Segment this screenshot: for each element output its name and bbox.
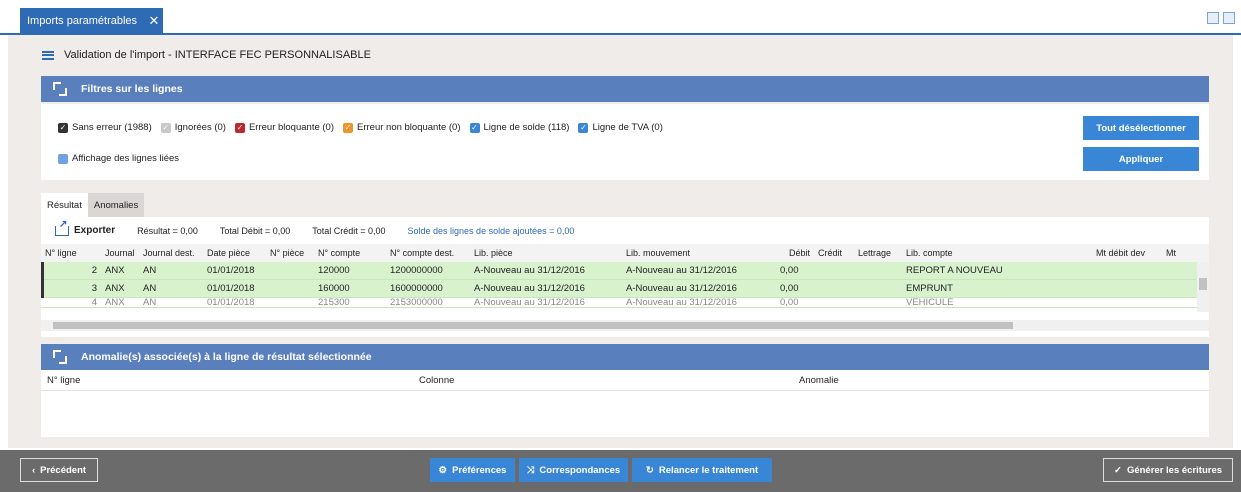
- mappings-button[interactable]: ⤨ Correspondances: [519, 458, 628, 482]
- column-header[interactable]: Lib. mouvement: [622, 248, 776, 258]
- checkbox-checked-icon[interactable]: ✓: [343, 122, 353, 133]
- column-header[interactable]: Journal: [101, 248, 139, 258]
- linked-lines-row: Affichage des lignes liées: [58, 153, 182, 164]
- tab-anomalies[interactable]: Anomalies: [87, 193, 145, 217]
- filter-sans-erreur[interactable]: ✓ Sans erreur (1988): [58, 122, 152, 133]
- table-row[interactable]: 4 ANX AN 01/01/2018 215300 2153000000 A-…: [41, 298, 1209, 308]
- result-grid: N° ligne Journal Journal dest. Date pièc…: [41, 244, 1209, 308]
- generate-entries-button[interactable]: ✓ Générer les écritures: [1103, 458, 1233, 482]
- menu-icon[interactable]: [42, 50, 54, 60]
- anomalies-grid-body: [41, 390, 1209, 437]
- page-header: Validation de l'import - INTERFACE FEC P…: [42, 49, 371, 61]
- filter-lignes-liees[interactable]: Affichage des lignes liées: [58, 153, 179, 164]
- column-header[interactable]: Mt: [1162, 248, 1192, 258]
- column-header[interactable]: Crédit: [814, 248, 854, 258]
- result-toolbar: Exporter Résultat = 0,00 Total Débit = 0…: [55, 219, 575, 236]
- column-header[interactable]: Date pièce: [203, 248, 266, 258]
- scrollbar-thumb[interactable]: [1199, 278, 1207, 290]
- checkbox-unchecked-icon[interactable]: [58, 153, 68, 164]
- check-icon: ✓: [1113, 464, 1122, 476]
- column-header[interactable]: Journal dest.: [139, 248, 203, 258]
- close-icon[interactable]: ✕: [145, 13, 163, 29]
- rerun-button[interactable]: ↻ Relancer le traitement: [632, 458, 772, 482]
- previous-button[interactable]: ‹ Précédent: [20, 458, 98, 482]
- column-header[interactable]: Lib. compte: [902, 248, 1092, 258]
- total-credit: Total Crédit = 0,00: [312, 225, 386, 236]
- column-header[interactable]: Anomalie: [795, 375, 1095, 386]
- filter-checkboxes: ✓ Sans erreur (1988) ✓ Ignorées (0) ✓ Er…: [58, 122, 666, 133]
- vertical-scrollbar[interactable]: [1197, 262, 1209, 312]
- filters-header[interactable]: Filtres sur les lignes: [41, 76, 1209, 102]
- filters-panel: ✓ Sans erreur (1988) ✓ Ignorées (0) ✓ Er…: [41, 104, 1209, 180]
- scrollbar-thumb[interactable]: [53, 322, 1013, 329]
- gear-icon: ⚙: [438, 464, 448, 476]
- table-row[interactable]: 3 ANX AN 01/01/2018 160000 1600000000 A-…: [41, 279, 1209, 298]
- expand-icon[interactable]: [53, 350, 67, 364]
- table-row[interactable]: 2 ANX AN 01/01/2018 120000 1200000000 A-…: [41, 261, 1209, 280]
- column-header[interactable]: Lettrage: [854, 248, 902, 258]
- chevron-left-icon: ‹: [31, 464, 36, 476]
- column-header[interactable]: N° compte: [314, 248, 386, 258]
- export-icon: [55, 219, 69, 236]
- column-header[interactable]: Débit: [776, 248, 814, 258]
- export-button[interactable]: Exporter: [55, 219, 115, 236]
- tab-imports-parametrables[interactable]: Imports paramétrables ✕: [20, 8, 163, 34]
- main-panel: Validation de l'import - INTERFACE FEC P…: [8, 35, 1233, 448]
- horizontal-scrollbar[interactable]: [41, 320, 1209, 331]
- minimize-icon[interactable]: [1207, 12, 1219, 24]
- total-debit: Total Débit = 0,00: [219, 225, 291, 236]
- tab-label: Imports paramétrables: [27, 15, 138, 27]
- result-panel: Exporter Résultat = 0,00 Total Débit = 0…: [41, 217, 1209, 337]
- filter-ignorees[interactable]: ✓ Ignorées (0): [160, 122, 226, 133]
- column-header[interactable]: Colonne: [415, 375, 795, 386]
- preferences-button[interactable]: ⚙ Préférences: [430, 458, 515, 482]
- column-header[interactable]: N° pièce: [266, 248, 314, 258]
- maximize-icon[interactable]: [1223, 12, 1235, 24]
- refresh-icon: ↻: [645, 464, 654, 476]
- shuffle-icon: ⤨: [526, 464, 535, 476]
- result-tabs: Résultat Anomalies: [41, 193, 145, 217]
- filter-ligne-solde[interactable]: ✓ Ligne de solde (118): [469, 122, 569, 133]
- solde-lines-total[interactable]: Solde des lignes de solde ajoutées = 0,0…: [408, 226, 575, 236]
- anomalies-grid-header: N° ligne Colonne Anomalie: [41, 370, 1209, 390]
- checkbox-checked-icon[interactable]: ✓: [58, 122, 68, 133]
- column-header[interactable]: N° ligne: [41, 375, 415, 386]
- apply-button[interactable]: Appliquer: [1083, 147, 1199, 171]
- tab-resultat[interactable]: Résultat: [41, 193, 88, 217]
- checkbox-checked-icon[interactable]: ✓: [578, 122, 589, 133]
- checkbox-checked-icon[interactable]: ✓: [160, 122, 171, 133]
- anomalies-header[interactable]: Anomalie(s) associée(s) à la ligne de ré…: [41, 344, 1209, 370]
- checkbox-checked-icon[interactable]: ✓: [469, 122, 480, 133]
- column-header[interactable]: N° ligne: [41, 248, 101, 258]
- column-header[interactable]: Lib. pièce: [470, 248, 622, 258]
- footer-bar: ‹ Précédent ⚙ Préférences ⤨ Correspondan…: [0, 450, 1241, 492]
- tab-bar: Imports paramétrables ✕: [0, 0, 1241, 35]
- window-controls: [1207, 12, 1235, 24]
- deselect-all-button[interactable]: Tout désélectionner: [1083, 116, 1199, 140]
- checkbox-checked-icon[interactable]: ✓: [234, 122, 245, 133]
- column-header[interactable]: Mt débit dev: [1092, 248, 1162, 258]
- filter-ligne-tva[interactable]: ✓ Ligne de TVA (0): [578, 122, 663, 133]
- filter-erreur-bloquante[interactable]: ✓ Erreur bloquante (0): [234, 122, 334, 133]
- result-total: Résultat = 0,00: [137, 225, 198, 236]
- column-header[interactable]: N° compte dest.: [386, 248, 470, 258]
- filter-erreur-non-bloquante[interactable]: ✓ Erreur non bloquante (0): [343, 122, 461, 133]
- grid-header: N° ligne Journal Journal dest. Date pièc…: [41, 244, 1209, 262]
- expand-icon[interactable]: [53, 82, 67, 96]
- anomalies-title: Anomalie(s) associée(s) à la ligne de ré…: [81, 351, 372, 363]
- page-title: Validation de l'import - INTERFACE FEC P…: [64, 49, 371, 61]
- filters-title: Filtres sur les lignes: [81, 83, 183, 95]
